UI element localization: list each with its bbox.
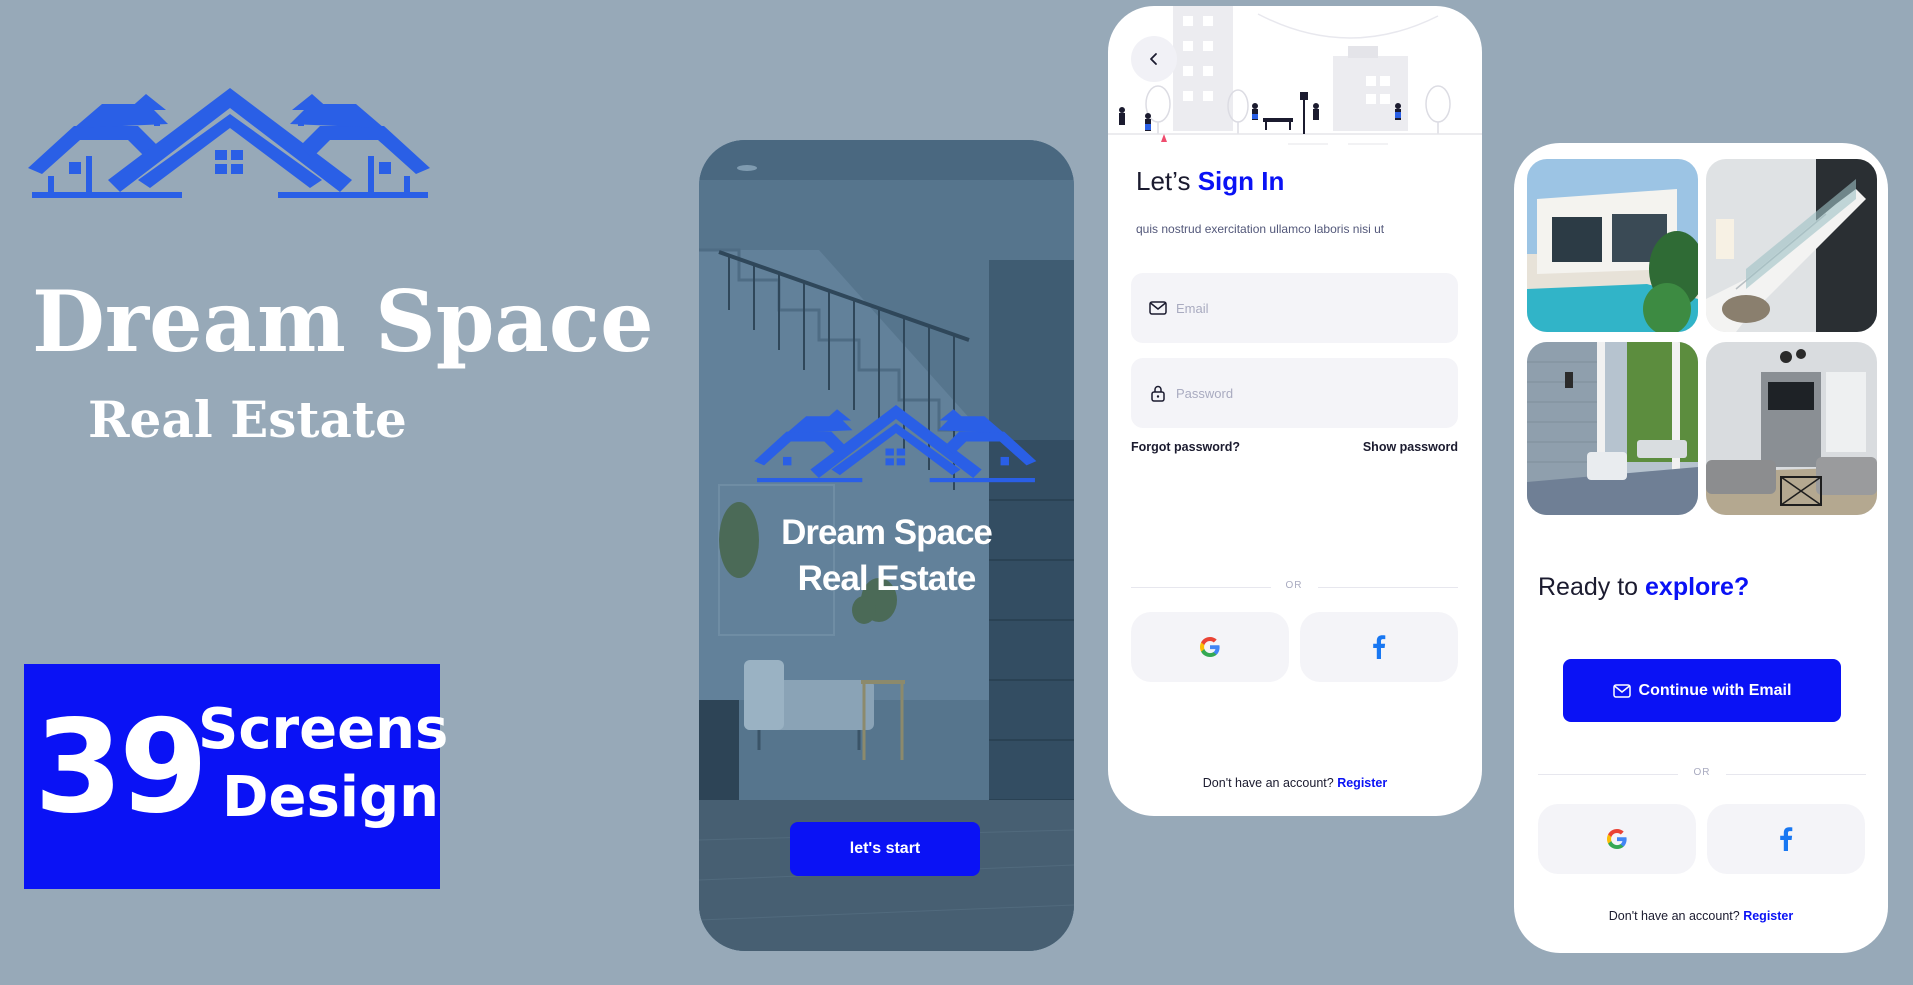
continue-with-email-label: Continue with Email [1638, 681, 1792, 699]
register-prompt: Don't have an account? [1202, 776, 1334, 790]
password-input[interactable] [1176, 358, 1446, 428]
badge-line-1: Screens [198, 697, 449, 762]
brand-title: Dream Space [32, 272, 654, 371]
register-link[interactable]: Register [1743, 909, 1793, 923]
forgot-password-link[interactable]: Forgot password? [1131, 440, 1240, 454]
explore-screen: Ready to explore? Continue with Email OR… [1514, 143, 1888, 953]
password-field[interactable] [1131, 358, 1458, 428]
brand-subtitle: Real Estate [88, 390, 407, 449]
register-row: Don't have an account? Register [1108, 776, 1482, 790]
divider-line [1538, 774, 1678, 775]
or-divider: OR [1538, 767, 1866, 781]
porch-photo [1527, 342, 1698, 515]
mail-icon [1612, 683, 1631, 698]
start-button[interactable]: let's start [790, 822, 980, 876]
google-sign-in-button[interactable] [1538, 804, 1696, 874]
sign-in-screen: Let’s Sign In quis nostrud exercitation … [1108, 6, 1482, 816]
divider-line [1318, 587, 1458, 588]
heading-accent: explore? [1645, 573, 1750, 601]
back-arrow-icon [1150, 53, 1157, 65]
screens-count-badge: 39 Screens Design [24, 664, 448, 889]
facebook-sign-in-button[interactable] [1707, 804, 1865, 874]
register-prompt: Don't have an account? [1608, 909, 1740, 923]
lock-icon [1151, 385, 1165, 402]
facebook-icon [1373, 635, 1386, 659]
city-illustration [1108, 6, 1482, 145]
register-link[interactable]: Register [1337, 776, 1387, 790]
heading-accent: Sign In [1197, 166, 1285, 196]
villa-pool-photo [1527, 159, 1698, 332]
google-icon [1607, 829, 1627, 849]
staircase-photo [1706, 159, 1877, 332]
google-icon [1200, 637, 1220, 657]
sign-in-heading: Let’s Sign In [1136, 164, 1284, 198]
or-divider: OR [1131, 580, 1458, 594]
mail-icon [1149, 301, 1167, 315]
splash-title-line-2: Real Estate [797, 559, 977, 598]
or-label: OR [1693, 767, 1711, 778]
house-roofs-logo-icon [28, 88, 430, 198]
back-button[interactable] [1131, 36, 1177, 82]
house-roofs-logo-icon [754, 405, 1037, 483]
facebook-icon [1780, 827, 1793, 851]
or-label: OR [1285, 580, 1303, 591]
explore-heading: Ready to explore? [1538, 573, 1749, 602]
living-room-photo [1706, 342, 1877, 515]
badge-number: 39 [34, 693, 208, 842]
continue-with-email-button[interactable]: Continue with Email [1563, 659, 1841, 722]
show-password-toggle[interactable]: Show password [1363, 440, 1458, 454]
facebook-sign-in-button[interactable] [1300, 612, 1458, 682]
divider-line [1131, 587, 1271, 588]
register-row: Don't have an account? Register [1514, 909, 1888, 923]
email-input[interactable] [1176, 273, 1446, 343]
splash-screen: Dream Space Real Estate let's start [699, 140, 1074, 951]
heading-prefix: Let’s [1136, 166, 1198, 196]
google-sign-in-button[interactable] [1131, 612, 1289, 682]
heading-prefix: Ready to [1538, 573, 1646, 601]
splash-title-line-1: Dream Space [781, 513, 993, 552]
badge-line-2: Design [222, 765, 439, 830]
sign-in-description: quis nostrud exercitation ullamco labori… [1136, 222, 1385, 236]
divider-line [1726, 774, 1866, 775]
email-field[interactable] [1131, 273, 1458, 343]
